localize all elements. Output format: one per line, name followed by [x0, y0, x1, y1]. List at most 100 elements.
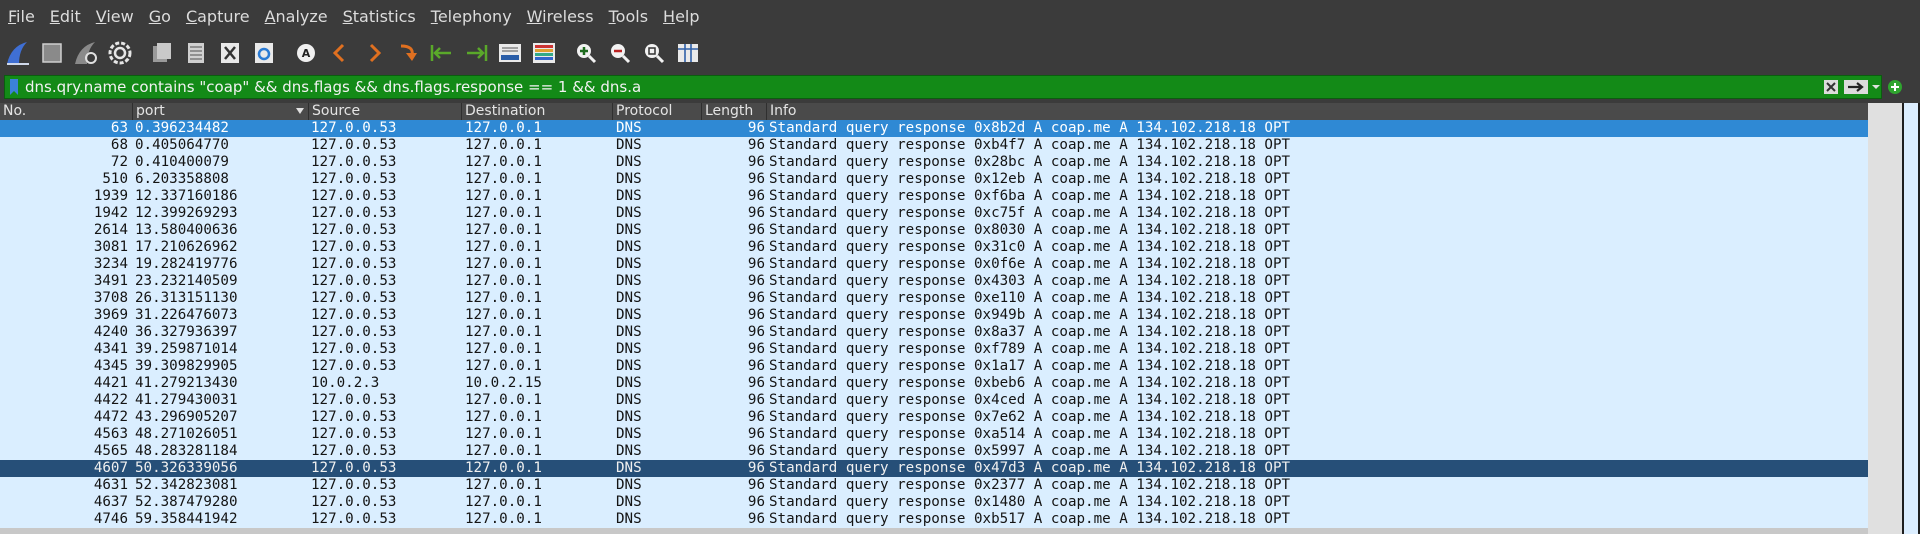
table-row[interactable]: 4240 36.327936397 127.0.0.53 127.0.0.1 DNS 96… [0, 324, 1868, 341]
table-row[interactable]: 1942 12.399269293 127.0.0.53 127.0.0.1 DNS 96… [0, 205, 1868, 222]
table-row[interactable]: 4345 39.309829905 127.0.0.53 127.0.0.1 DNS 96… [0, 358, 1868, 375]
cell-info: Standard query response 0x4ced A coap.me… [769, 392, 1291, 408]
table-row[interactable]: 3969 31.226476073 127.0.0.53 127.0.0.1 DNS 96… [0, 307, 1868, 324]
reload-file-icon[interactable] [248, 37, 280, 69]
table-row[interactable]: 72 0.410400079 127.0.0.53 127.0.0.1 DNS 96 Sta… [0, 154, 1868, 171]
cell-source: 127.0.0.53 [311, 426, 397, 442]
menu-view[interactable]: View [88, 0, 141, 33]
go-back-icon[interactable] [324, 37, 356, 69]
menu-telephony[interactable]: Telephony [423, 0, 519, 33]
find-packet-icon[interactable]: A [290, 37, 322, 69]
menu-statistics[interactable]: Statistics [335, 0, 423, 33]
table-row[interactable]: 4472 43.296905207 127.0.0.53 127.0.0.1 DNS 96… [0, 409, 1868, 426]
go-to-packet-icon[interactable] [392, 37, 424, 69]
menu-capture[interactable]: Capture [178, 0, 257, 33]
column-header-port[interactable]: port [133, 103, 309, 120]
shark-fin-start-icon[interactable] [2, 37, 34, 69]
menu-help[interactable]: Help [655, 0, 706, 33]
save-file-icon[interactable] [180, 37, 212, 69]
open-file-icon[interactable] [146, 37, 178, 69]
autoscroll-icon[interactable] [494, 37, 526, 69]
table-row[interactable]: 4637 52.387479280 127.0.0.53 127.0.0.1 DNS 96… [0, 494, 1868, 511]
cell-source: 127.0.0.53 [311, 205, 397, 221]
cell-source: 127.0.0.53 [311, 358, 397, 374]
table-row[interactable]: 4565 48.283281184 127.0.0.53 127.0.0.1 DNS 96… [0, 443, 1868, 460]
cell-destination: 127.0.0.1 [465, 494, 542, 510]
table-row[interactable]: 4631 52.342823081 127.0.0.53 127.0.0.1 DNS 96… [0, 477, 1868, 494]
stop-capture-icon[interactable] [36, 37, 68, 69]
chevron-down-icon[interactable] [1871, 78, 1881, 96]
last-packet-icon[interactable] [460, 37, 492, 69]
close-file-icon[interactable] [214, 37, 246, 69]
cell-source: 127.0.0.53 [311, 154, 397, 170]
menu-file[interactable]: File [0, 0, 42, 33]
column-header-port-label: port [136, 103, 165, 119]
colorize-icon[interactable] [528, 37, 560, 69]
table-row[interactable]: 510 6.203358808 127.0.0.53 127.0.0.1 DNS 96 St… [0, 171, 1868, 188]
column-header-source[interactable]: Source [309, 103, 462, 120]
table-row[interactable]: 3491 23.232140509 127.0.0.53 127.0.0.1 DNS 96… [0, 273, 1868, 290]
cell-no: 1939 [93, 188, 128, 204]
go-forward-icon[interactable] [358, 37, 390, 69]
cell-time: 52.342823081 [135, 477, 238, 493]
menu-go[interactable]: Go [141, 0, 178, 33]
table-row[interactable]: 4563 48.271026051 127.0.0.53 127.0.0.1 DNS 96… [0, 426, 1868, 443]
horizontal-scrollbar[interactable] [0, 528, 1868, 534]
table-row[interactable]: 4341 39.259871014 127.0.0.53 127.0.0.1 DNS 96… [0, 341, 1868, 358]
table-row[interactable]: 4421 41.279213430 10.0.2.3 10.0.2.15 DNS 96 St… [0, 375, 1868, 392]
cell-source: 127.0.0.53 [311, 290, 397, 306]
table-row[interactable]: 3708 26.313151130 127.0.0.53 127.0.0.1 DNS 96… [0, 290, 1868, 307]
cell-info: Standard query response 0xc75f A coap.me… [769, 205, 1291, 221]
bookmark-icon[interactable] [9, 79, 19, 95]
cell-no: 4472 [93, 409, 128, 425]
clear-filter-icon[interactable] [1823, 78, 1839, 96]
cell-protocol: DNS [616, 171, 642, 187]
column-header-info[interactable]: Info [767, 103, 1902, 120]
packet-list-header: No. port Source Destination Protocol Len… [0, 103, 1902, 120]
packet-minimap[interactable] [1902, 103, 1920, 534]
cell-no: 4565 [93, 443, 128, 459]
table-row[interactable]: 4422 41.279430031 127.0.0.53 127.0.0.1 DNS 96… [0, 392, 1868, 409]
column-header-protocol[interactable]: Protocol [613, 103, 702, 120]
first-packet-icon[interactable] [426, 37, 458, 69]
apply-filter-icon[interactable] [1843, 78, 1869, 96]
cell-no: 4746 [93, 511, 128, 527]
zoom-out-icon[interactable] [604, 37, 636, 69]
table-row[interactable]: 3234 19.282419776 127.0.0.53 127.0.0.1 DNS 96… [0, 256, 1868, 273]
vertical-scrollbar[interactable] [1868, 103, 1902, 534]
menu-wireless[interactable]: Wireless [519, 0, 601, 33]
table-row[interactable]: 4607 50.326339056 127.0.0.53 127.0.0.1 DNS 96… [0, 460, 1868, 477]
cell-info: Standard query response 0x31c0 A coap.me… [769, 239, 1291, 255]
cell-no: 72 [110, 154, 128, 170]
cell-length: 96 [747, 511, 765, 527]
capture-options-icon[interactable] [104, 37, 136, 69]
cell-source: 127.0.0.53 [311, 511, 397, 527]
menu-edit[interactable]: Edit [42, 0, 88, 33]
normal-size-icon[interactable] [638, 37, 670, 69]
zoom-in-icon[interactable] [570, 37, 602, 69]
restart-capture-icon[interactable] [70, 37, 102, 69]
table-row[interactable]: 1939 12.337160186 127.0.0.53 127.0.0.1 DNS 96… [0, 188, 1868, 205]
menu-bar: File Edit View Go Capture Analyze Statis… [0, 0, 1920, 33]
cell-length: 96 [747, 273, 765, 289]
display-filter-input[interactable]: dns.qry.name contains "coap" && dns.flag… [4, 75, 1882, 99]
menu-analyze[interactable]: Analyze [257, 0, 335, 33]
table-row[interactable]: 4746 59.358441942 127.0.0.53 127.0.0.1 DNS 96… [0, 511, 1868, 528]
cell-destination: 127.0.0.1 [465, 120, 542, 136]
column-header-no[interactable]: No. [0, 103, 133, 120]
table-row[interactable]: 2614 13.580400636 127.0.0.53 127.0.0.1 DNS 96… [0, 222, 1868, 239]
resize-columns-icon[interactable] [672, 37, 704, 69]
table-row[interactable]: 3081 17.210626962 127.0.0.53 127.0.0.1 DNS 96… [0, 239, 1868, 256]
table-row[interactable]: 63 0.396234482 127.0.0.53 127.0.0.1 DNS 96 Sta… [0, 120, 1868, 137]
cell-destination: 127.0.0.1 [465, 256, 542, 272]
cell-protocol: DNS [616, 154, 642, 170]
cell-length: 96 [747, 256, 765, 272]
table-row[interactable]: 68 0.405064770 127.0.0.53 127.0.0.1 DNS 96 Sta… [0, 137, 1868, 154]
column-header-destination[interactable]: Destination [462, 103, 613, 120]
add-filter-button-icon[interactable] [1886, 78, 1904, 96]
cell-no: 4345 [93, 358, 128, 374]
column-header-length[interactable]: Length [702, 103, 767, 120]
cell-no: 4240 [93, 324, 128, 340]
cell-protocol: DNS [616, 392, 642, 408]
menu-tools[interactable]: Tools [601, 0, 655, 33]
